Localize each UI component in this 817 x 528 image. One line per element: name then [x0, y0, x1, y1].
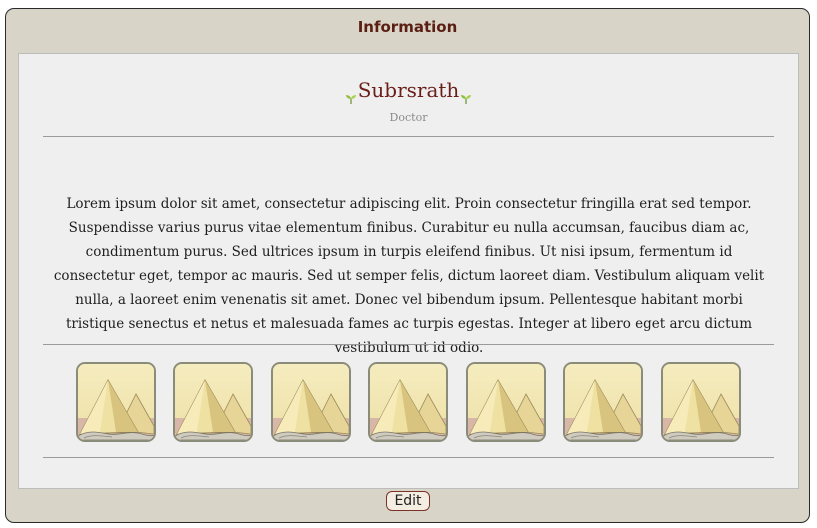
sand-pile-icon[interactable] — [661, 362, 741, 442]
sand-pile-icon[interactable] — [368, 362, 448, 442]
profile-bio: Lorem ipsum dolor sit amet, consectetur … — [53, 196, 765, 356]
sand-pile-icon[interactable] — [173, 362, 253, 442]
leaf-icon — [460, 86, 472, 104]
profile-name-row: Subrsrath — [19, 78, 798, 104]
divider — [43, 136, 774, 137]
profile-panel: Subrsrath Doctor Lorem ipsum dolor sit a… — [18, 53, 799, 489]
sand-pile-icon[interactable] — [76, 362, 156, 442]
divider — [43, 344, 774, 345]
leaf-icon — [345, 86, 357, 104]
divider — [43, 457, 774, 458]
profile-name: Subrsrath — [357, 78, 460, 102]
sand-pile-icon[interactable] — [466, 362, 546, 442]
edit-button[interactable]: Edit — [386, 491, 430, 511]
window-title: Information — [357, 18, 458, 36]
sand-pile-icon[interactable] — [271, 362, 351, 442]
profile-role: Doctor — [389, 111, 428, 124]
sand-pile-icon[interactable] — [563, 362, 643, 442]
information-window: Information Subrsrath Doctor Lorem ipsum… — [5, 8, 810, 523]
